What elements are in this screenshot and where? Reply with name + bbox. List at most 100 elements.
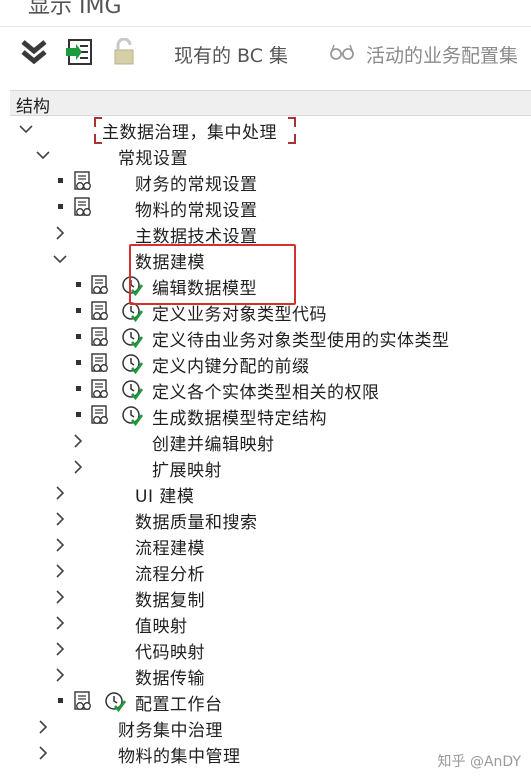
tree-node-label: 财务的常规设置 xyxy=(135,175,258,195)
documentation-icon[interactable] xyxy=(89,274,111,296)
tree-node-data-transfer[interactable]: 数据传输 xyxy=(0,663,531,689)
tree-node-code-mapping[interactable]: 代码映射 xyxy=(0,637,531,663)
documentation-icon[interactable] xyxy=(89,404,111,426)
execute-activity-icon[interactable] xyxy=(121,300,143,322)
tree-node-label: UI 建模 xyxy=(135,487,195,507)
tree-node-define-prefix[interactable]: 定义内键分配的前缀 xyxy=(0,351,531,377)
bullet xyxy=(76,308,81,313)
chevron-right-icon[interactable] xyxy=(52,562,68,580)
documentation-icon[interactable] xyxy=(89,326,111,348)
chevron-down-icon[interactable] xyxy=(35,146,51,164)
window-title: 显示 IMG xyxy=(28,0,122,19)
tree-node-root[interactable]: 主数据治理，集中处理 xyxy=(0,117,531,144)
tree-node-label: 定义业务对象类型代码 xyxy=(152,305,327,325)
bullet xyxy=(58,204,63,209)
tree-node-label: 数据复制 xyxy=(135,591,205,611)
tree-node-label: 数据质量和搜索 xyxy=(135,513,258,533)
tree-node-label: 流程建模 xyxy=(135,539,205,559)
tree-node-create-edit-mapping[interactable]: 创建并编辑映射 xyxy=(0,429,531,455)
chevron-down-icon[interactable] xyxy=(52,250,68,268)
documentation-icon[interactable] xyxy=(89,378,111,400)
tree-node-gen-structures[interactable]: 生成数据模型特定结构 xyxy=(0,403,531,429)
unlock-icon[interactable] xyxy=(108,37,140,67)
tree-node-define-auth[interactable]: 定义各个实体类型相关的权限 xyxy=(0,377,531,403)
tree-node-process-modeling[interactable]: 流程建模 xyxy=(0,533,531,559)
execute-activity-icon[interactable] xyxy=(121,274,143,296)
execute-icon[interactable] xyxy=(63,37,95,67)
tree-node-label: 创建并编辑映射 xyxy=(152,435,275,455)
tree-node-ui-modeling[interactable]: UI 建模 xyxy=(0,481,531,507)
tree-node-extend-mapping[interactable]: 扩展映射 xyxy=(0,455,531,481)
tree-node-label: 财务集中治理 xyxy=(118,721,223,741)
tree-node-finance-general[interactable]: 财务的常规设置 xyxy=(0,169,531,195)
chevron-right-icon[interactable] xyxy=(52,666,68,684)
chevron-right-icon[interactable] xyxy=(35,718,51,736)
watermark: 知乎 @AnDY xyxy=(437,754,521,770)
tree-node-data-modeling[interactable]: 数据建模 xyxy=(0,247,531,273)
collapse-all-icon[interactable] xyxy=(18,37,50,67)
existing-bc-sets-button[interactable]: 现有的 BC 集 xyxy=(174,41,288,68)
tree-node-label: 编辑数据模型 xyxy=(152,279,257,299)
documentation-icon[interactable] xyxy=(72,196,94,218)
tree-node-label: 主数据治理，集中处理 xyxy=(102,123,277,143)
bullet xyxy=(76,360,81,365)
bullet xyxy=(76,282,81,287)
tree-node-value-mapping[interactable]: 值映射 xyxy=(0,611,531,637)
tree-node-label: 生成数据模型特定结构 xyxy=(152,409,327,429)
glasses-icon xyxy=(328,37,356,67)
documentation-icon[interactable] xyxy=(89,352,111,374)
tree-node-general-settings[interactable]: 常规设置 xyxy=(0,143,531,169)
tree-node-process-analysis[interactable]: 流程分析 xyxy=(0,559,531,585)
tree-node-data-replication[interactable]: 数据复制 xyxy=(0,585,531,611)
chevron-down-icon[interactable] xyxy=(18,120,34,138)
tree-node-config-workbench[interactable]: 配置工作台 xyxy=(0,689,531,715)
tree-node-label: 物料的集中管理 xyxy=(118,747,241,767)
execute-activity-icon[interactable] xyxy=(104,690,126,712)
bullet xyxy=(76,334,81,339)
tree-node-label: 定义内键分配的前缀 xyxy=(152,357,310,377)
bracket-top-right xyxy=(288,117,296,127)
chevron-right-icon[interactable] xyxy=(70,458,86,476)
tree-node-finance-central[interactable]: 财务集中治理 xyxy=(0,715,531,741)
chevron-right-icon[interactable] xyxy=(52,614,68,632)
column-header-label: 结构 xyxy=(16,97,50,117)
execute-activity-icon[interactable] xyxy=(121,326,143,348)
tree-node-define-entity-types[interactable]: 定义待由业务对象类型使用的实体类型 xyxy=(0,325,531,351)
tree-node-label: 流程分析 xyxy=(135,565,205,585)
structure-column-header: 结构 xyxy=(10,90,531,117)
chevron-right-icon[interactable] xyxy=(52,588,68,606)
tree-node-label: 值映射 xyxy=(135,617,188,637)
documentation-icon[interactable] xyxy=(89,300,111,322)
tree-node-label: 代码映射 xyxy=(135,643,205,663)
tree-node-edit-data-model[interactable]: 编辑数据模型 xyxy=(0,273,531,299)
tree-node-label: 常规设置 xyxy=(118,149,188,169)
chevron-right-icon[interactable] xyxy=(52,640,68,658)
chevron-right-icon[interactable] xyxy=(52,224,68,242)
bullet xyxy=(76,412,81,417)
bullet xyxy=(76,386,81,391)
execute-activity-icon[interactable] xyxy=(121,378,143,400)
toolbar: 现有的 BC 集 活动的业务配置集 xyxy=(0,29,531,75)
tree-node-label: 主数据技术设置 xyxy=(135,227,258,247)
chevron-right-icon[interactable] xyxy=(70,432,86,450)
tree-node-label: 物料的常规设置 xyxy=(135,201,258,221)
documentation-icon[interactable] xyxy=(72,690,94,712)
bullet xyxy=(58,698,63,703)
execute-activity-icon[interactable] xyxy=(121,404,143,426)
title-divider xyxy=(0,26,531,27)
chevron-right-icon[interactable] xyxy=(35,744,51,762)
tree-node-data-quality[interactable]: 数据质量和搜索 xyxy=(0,507,531,533)
tree-node-define-bo-type-code[interactable]: 定义业务对象类型代码 xyxy=(0,299,531,325)
chevron-right-icon[interactable] xyxy=(52,510,68,528)
documentation-icon[interactable] xyxy=(72,170,94,192)
tree-node-md-tech-settings[interactable]: 主数据技术设置 xyxy=(0,221,531,247)
execute-activity-icon[interactable] xyxy=(121,352,143,374)
chevron-right-icon[interactable] xyxy=(52,536,68,554)
tree-node-material-general[interactable]: 物料的常规设置 xyxy=(0,195,531,221)
tree-node-label: 定义各个实体类型相关的权限 xyxy=(152,383,380,403)
active-bc-sets-button[interactable]: 活动的业务配置集 xyxy=(366,41,518,68)
tree-node-label: 数据建模 xyxy=(135,253,205,273)
tree-node-label: 配置工作台 xyxy=(135,695,223,715)
bullet xyxy=(58,178,63,183)
chevron-right-icon[interactable] xyxy=(52,484,68,502)
